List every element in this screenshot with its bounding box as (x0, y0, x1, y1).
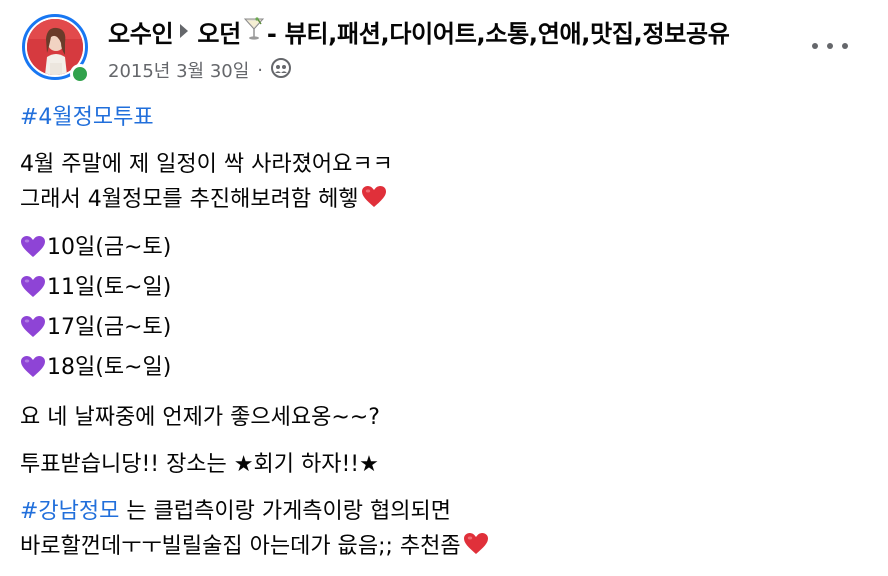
post-header-title: 오수인 오던 - 뷰티,패션,다이어트,소통,연애,맛집,정보공유 (108, 14, 730, 49)
more-dot-icon (842, 43, 848, 49)
author-name[interactable]: 오수인 (108, 14, 174, 49)
more-options-button[interactable] (808, 32, 852, 60)
post-text: 그래서 4월정모를 추진해보려함 헤헿 (20, 187, 359, 212)
hashtag-link[interactable]: #4월정모투표 (20, 105, 154, 130)
post-text: 바로할껀데ㅜㅜ빌릴술집 아는데가 읎음;; 추천좀 (20, 534, 461, 559)
red-heart-icon (463, 532, 489, 567)
red-heart-icon (361, 185, 387, 220)
date-option-text: 18일(토~일) (47, 355, 172, 380)
more-dot-icon (827, 43, 833, 49)
date-option: 18일(토~일) (20, 350, 860, 390)
date-option: 17일(금~토) (20, 310, 860, 350)
date-option: 11일(토~일) (20, 270, 860, 310)
date-option: 10일(금~토) (20, 230, 860, 270)
purple-heart-icon (20, 355, 46, 390)
online-status-dot (70, 64, 90, 84)
post-body: #4월정모투표 4월 주말에 제 일정이 싹 사라졌어요ㅋㅋ 그래서 4월정모를… (20, 100, 860, 567)
cocktail-icon (243, 16, 265, 47)
date-option-text: 17일(금~토) (47, 315, 172, 340)
post-gangnam-line: #강남정모 는 클럽측이랑 가게측이랑 협의되면 (20, 494, 860, 529)
post-text-line: 4월 주말에 제 일정이 싹 사라졌어요ㅋㅋ (20, 152, 393, 177)
caret-right-icon (179, 18, 189, 46)
post-last-line: 바로할껀데ㅜㅜ빌릴술집 아는데가 읎음;; 추천좀 (20, 529, 860, 567)
post-text-line-with-heart: 그래서 4월정모를 추진해보려함 헤헿 (20, 182, 860, 220)
meta-separator: · (257, 59, 264, 81)
facebook-post: 오수인 오던 - 뷰티,패션,다이어트,소통,연애,맛집,정보공유 2015년 … (0, 0, 888, 576)
post-question: 요 네 날짜중에 언제가 좋으세요옹~~? (20, 405, 380, 430)
more-dot-icon (812, 43, 818, 49)
friends-audience-icon[interactable] (271, 57, 292, 83)
purple-heart-icon (20, 315, 46, 350)
post-vote-line: 투표받습니당!! 장소는 ★회기 하자!!★ (20, 452, 379, 477)
purple-heart-icon (20, 275, 46, 310)
group-name-suffix[interactable]: - 뷰티,패션,다이어트,소통,연애,맛집,정보공유 (267, 14, 730, 49)
post-text: 는 클럽측이랑 가게측이랑 협의되면 (119, 499, 451, 524)
purple-heart-icon (20, 235, 46, 270)
date-option-text: 11일(토~일) (47, 275, 172, 300)
date-option-text: 10일(금~토) (47, 235, 172, 260)
group-name[interactable]: 오던 (197, 14, 241, 49)
hashtag-link[interactable]: #강남정모 (20, 499, 119, 524)
author-avatar[interactable] (22, 14, 94, 86)
post-meta: 2015년 3월 30일 · (108, 57, 292, 83)
post-timestamp[interactable]: 2015년 3월 30일 (108, 57, 249, 83)
